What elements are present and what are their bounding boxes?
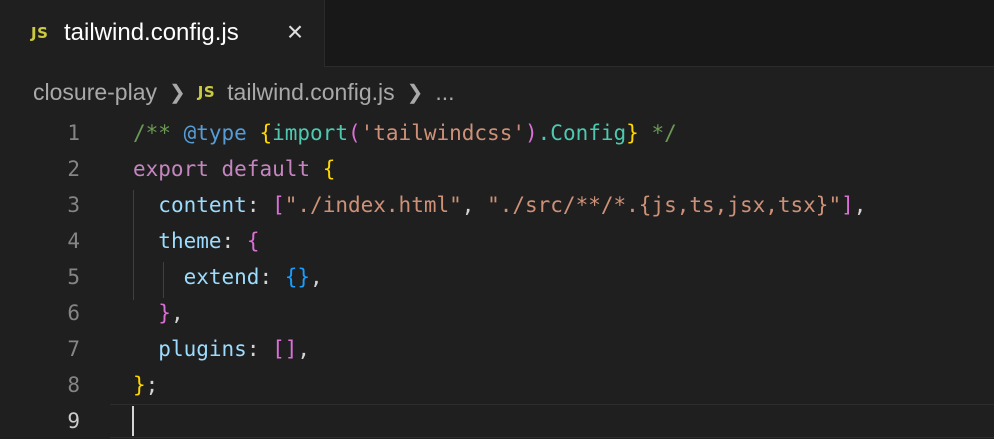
line-number: 1 [67,121,80,145]
line-number: 7 [67,337,80,361]
code-token: } [133,373,146,397]
code-line[interactable]: 5 extend: {}, [0,259,994,295]
code-line[interactable]: 6 }, [0,295,994,331]
code-text: extend: {}, [133,259,323,295]
code-token: default [221,157,311,181]
code-token: [ [272,193,285,217]
code-token: , [170,301,184,325]
line-number: 8 [67,373,80,397]
code-token: ] [841,193,854,217]
code-token: : [246,337,273,361]
code-token: "./src/**/*.{js,ts,jsx,tsx}" [487,193,842,217]
code-token: .Config [537,121,627,145]
code-editor[interactable]: 1/** @type {import('tailwindcss').Config… [0,114,994,438]
code-token: } [626,121,639,145]
code-token: */ [638,121,677,145]
code-token: } [158,301,171,325]
code-text: }; [133,367,158,403]
code-token: extend [183,265,260,289]
code-token: { [246,229,260,253]
code-token: import [272,121,348,145]
code-token: : [259,265,285,289]
line-number: 6 [67,301,80,325]
code-text: theme: { [133,223,259,259]
tab-tailwind-config[interactable]: JS tailwind.config.js × [0,0,325,67]
line-number: 4 [67,229,80,253]
code-text: content: ["./index.html", "./src/**/*.{j… [133,187,866,223]
code-token: export [133,157,209,181]
code-token: { [322,157,336,181]
code-text: export default { [133,151,335,187]
line-number: 2 [67,157,80,181]
code-token: /** [133,121,184,145]
breadcrumb-folder[interactable]: closure-play [33,79,157,106]
code-text: plugins: [], [133,331,310,367]
code-token: { [259,121,273,145]
code-text: }, [133,295,184,331]
code-token: plugins [158,337,247,361]
chevron-right-icon: ❯ [169,81,186,104]
code-token: , [297,337,311,361]
code-token: content [158,193,247,217]
code-line[interactable]: 8}; [0,367,994,403]
code-token: [] [272,337,298,361]
code-token: , [853,193,867,217]
javascript-file-icon: JS [197,83,216,101]
code-line[interactable]: 2 export default { [0,151,994,187]
code-token: theme [158,229,222,253]
chevron-right-icon: ❯ [406,81,424,104]
breadcrumb-symbols[interactable]: ... [435,79,454,106]
code-line[interactable]: 9 [0,403,994,439]
code-token: ; [145,373,159,397]
line-number: 3 [67,193,80,217]
code-token: ( [347,121,361,145]
close-icon[interactable]: × [284,18,306,46]
breadcrumb: closure-play ❯ JS tailwind.config.js ❯ .… [33,76,455,108]
code-token: @type [183,121,247,145]
code-token: : [246,193,273,217]
code-line[interactable]: 1 /** @type {import('tailwindcss').Config… [0,115,994,151]
code-line[interactable]: 3 content: ["./index.html", "./src/**/*.… [0,187,994,223]
code-token: {} [284,265,311,289]
line-number: 9 [67,409,80,433]
tab-bar: JS tailwind.config.js × [0,0,994,67]
javascript-file-icon: JS [31,24,49,42]
code-token: 'tailwindcss' [360,121,525,145]
code-token: , [461,193,488,217]
code-token: ) [525,121,538,145]
code-line[interactable]: 7 plugins: [], [0,331,994,367]
code-token: , [310,265,323,289]
code-token: "./index.html" [284,193,462,217]
code-text: /** @type {import('tailwindcss').Config}… [133,115,677,151]
code-line[interactable]: 4 theme: { [0,223,994,259]
code-token: : [221,229,247,253]
line-number: 5 [67,265,80,289]
tab-label: tailwind.config.js [64,19,239,46]
breadcrumb-file[interactable]: tailwind.config.js [227,79,394,106]
